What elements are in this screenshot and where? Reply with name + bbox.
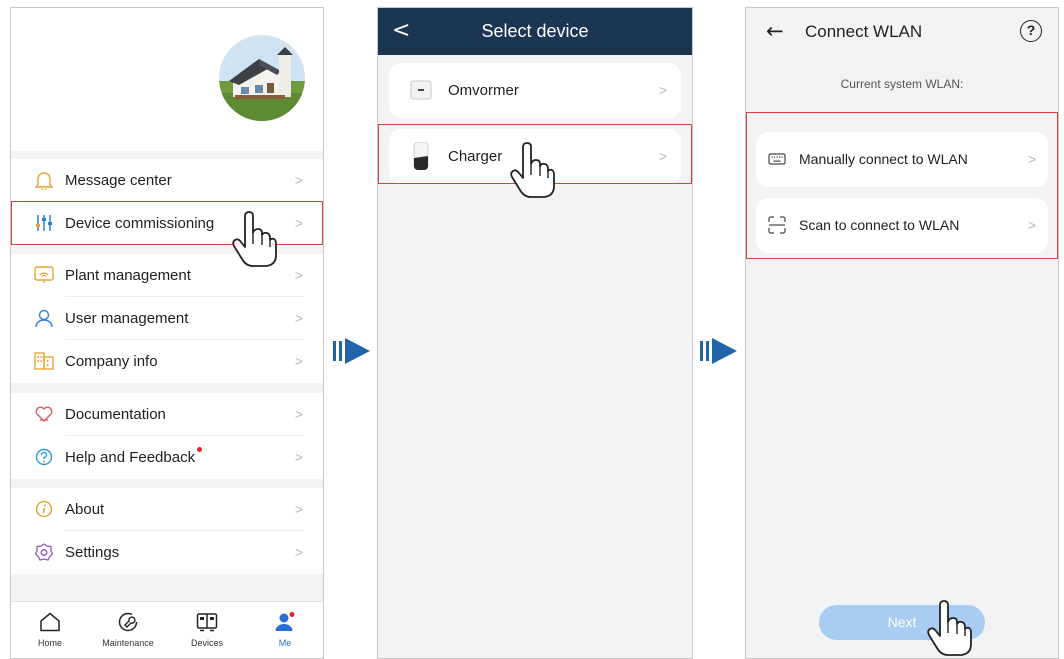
chevron-right-icon: >: [1027, 217, 1036, 233]
devices-icon: [172, 609, 242, 635]
menu-item-label: About: [65, 501, 105, 518]
settings-icon: [34, 542, 54, 562]
flow-arrow-icon: [700, 338, 737, 364]
menu-item-user-management[interactable]: User management >: [11, 297, 323, 340]
menu-item-about[interactable]: About >: [11, 488, 323, 531]
help-icon[interactable]: ?: [1020, 20, 1042, 42]
maintenance-icon: [93, 609, 163, 635]
inverter-icon: [410, 80, 432, 100]
scan-icon: [768, 216, 786, 234]
menu-item-label: Plant management: [65, 267, 191, 284]
menu-item-documentation[interactable]: Documentation >: [11, 393, 323, 436]
nav-me[interactable]: Me: [250, 609, 320, 648]
menu-item-plant-management[interactable]: Plant management >: [11, 254, 323, 297]
menu-group-3: Documentation > Help and Feedback >: [11, 393, 323, 479]
nav-devices[interactable]: Devices: [172, 609, 242, 648]
menu-group-4: About > Settings >: [11, 488, 323, 574]
chevron-right-icon: >: [294, 501, 303, 517]
chevron-right-icon: >: [294, 353, 303, 369]
current-wlan-label: Current system WLAN:: [840, 77, 964, 91]
menu-item-message-center[interactable]: Message center >: [11, 159, 323, 202]
nav-home[interactable]: Home: [15, 609, 85, 648]
device-card-charger[interactable]: Charger >: [389, 129, 681, 184]
home-icon: [15, 609, 85, 635]
back-arrow-icon[interactable]: ←: [766, 19, 784, 43]
menu-item-label-text: Help and Feedback: [65, 449, 196, 466]
title-bar: < Select device: [378, 8, 692, 55]
user-icon: [34, 308, 54, 328]
next-button[interactable]: Next: [819, 605, 985, 640]
menu-item-settings[interactable]: Settings >: [11, 531, 323, 574]
device-label: Omvormer: [448, 82, 519, 99]
chevron-right-icon: >: [294, 172, 303, 188]
sliders-icon: [34, 213, 54, 233]
documentation-icon: [34, 404, 54, 424]
chevron-right-icon: >: [294, 267, 303, 283]
menu-group-2: Plant management > User management > Com…: [11, 254, 323, 383]
menu-item-help-and-feedback[interactable]: Help and Feedback >: [11, 436, 323, 479]
chevron-right-icon: >: [658, 148, 667, 164]
menu-item-company-info[interactable]: Company info >: [11, 340, 323, 383]
menu-item-device-commissioning[interactable]: Device commissioning >: [11, 202, 323, 245]
nav-maintenance[interactable]: Maintenance: [93, 609, 163, 648]
me-icon: [250, 609, 320, 635]
menu-item-label: Message center: [65, 172, 172, 189]
option-label: Scan to connect to WLAN: [799, 217, 960, 233]
profile-header: [11, 8, 323, 151]
device-label: Charger: [448, 148, 503, 165]
notification-dot: [197, 447, 203, 452]
nav-maintenance-label: Maintenance: [102, 638, 154, 648]
option-label: Manually connect to WLAN: [799, 151, 968, 167]
manual-connect-option[interactable]: Manually connect to WLAN >: [756, 132, 1048, 187]
plant-icon: [34, 265, 54, 285]
info-icon: [34, 499, 54, 519]
chevron-right-icon: >: [294, 310, 303, 326]
chevron-right-icon: >: [294, 406, 303, 422]
scan-connect-option[interactable]: Scan to connect to WLAN >: [756, 198, 1048, 253]
menu-item-label: Help and Feedback: [65, 447, 203, 466]
nav-home-label: Home: [37, 638, 62, 648]
menu-group-1: Message center > Device commissioning >: [11, 159, 323, 245]
menu-item-label: User management: [65, 310, 189, 327]
flow-arrow-icon: [333, 338, 370, 364]
connect-wlan-screen: ← Connect WLAN ? Current system WLAN: Ma…: [745, 7, 1059, 659]
charger-icon: [413, 142, 429, 170]
nav-me-label: Me: [278, 638, 292, 648]
help-icon: [34, 447, 54, 467]
menu-item-label: Settings: [65, 544, 120, 561]
menu-item-label: Device commissioning: [65, 215, 215, 232]
select-device-screen: < Select device Omvormer > Charger >: [377, 7, 693, 659]
page-title: Connect WLAN: [805, 22, 923, 41]
chevron-right-icon: >: [1027, 151, 1036, 167]
page-title: Select device: [481, 21, 589, 41]
device-card-omvormer[interactable]: Omvormer >: [389, 63, 681, 118]
bottom-navigation: Home Maintenance Devices Me: [11, 601, 323, 658]
menu-item-label: Documentation: [65, 406, 166, 423]
chevron-right-icon: >: [658, 82, 667, 98]
bell-icon: [34, 170, 54, 190]
keyboard-icon: [768, 153, 786, 165]
nav-devices-label: Devices: [190, 638, 223, 648]
chevron-right-icon: >: [294, 449, 303, 465]
menu-item-label: Company info: [65, 353, 158, 370]
me-screen: Message center > Device commissioning > …: [10, 7, 324, 659]
avatar[interactable]: [219, 35, 305, 121]
building-icon: [34, 351, 54, 371]
chevron-right-icon: >: [294, 544, 303, 560]
chevron-right-icon: >: [294, 215, 303, 231]
